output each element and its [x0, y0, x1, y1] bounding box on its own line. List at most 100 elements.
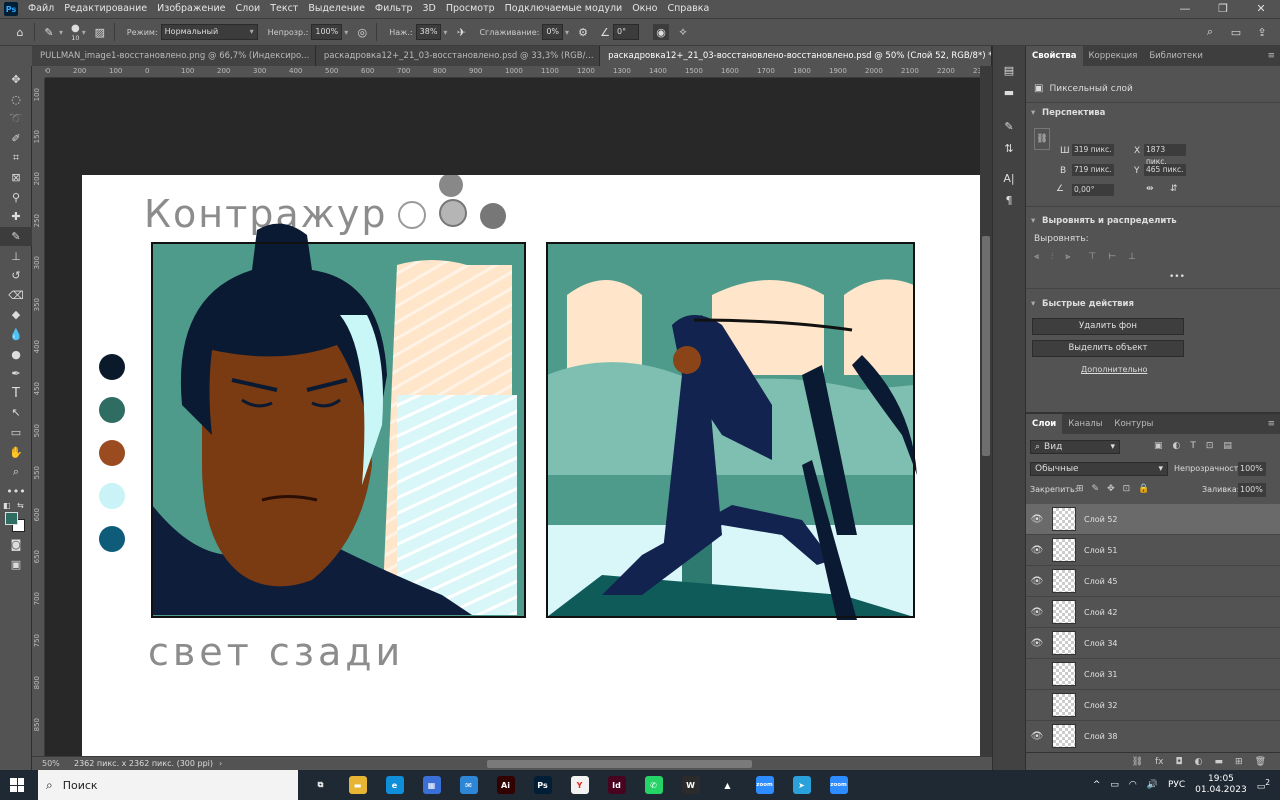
- language-indicator[interactable]: РУС: [1168, 780, 1185, 790]
- align-right-icon[interactable]: ⫸: [1065, 252, 1070, 262]
- panel-menu-icon[interactable]: ≡: [1267, 51, 1275, 61]
- menu-item[interactable]: Текст: [265, 0, 303, 18]
- zoom-level[interactable]: 50%: [42, 759, 72, 768]
- filter-adjust-icon[interactable]: ◐: [1173, 441, 1181, 451]
- delete-layer-icon[interactable]: 🗑: [1255, 757, 1266, 767]
- eye-icon[interactable]: 👁: [1026, 514, 1048, 525]
- layer-row[interactable]: 👁 Слой 42: [1026, 597, 1280, 628]
- taskbar-app-explorer[interactable]: ▬: [339, 770, 376, 800]
- rectangle-tool-icon[interactable]: ▭: [0, 423, 32, 443]
- comments-icon[interactable]: ▬: [1001, 84, 1017, 100]
- taskbar-app-edge[interactable]: e: [376, 770, 413, 800]
- section-align[interactable]: Выровнять и распределить: [1026, 216, 1177, 226]
- opacity-field[interactable]: 100%: [311, 24, 343, 40]
- tab-document-1[interactable]: PULLMAN_image1-восстановлено.png @ 66,7%…: [32, 46, 316, 66]
- move-tool-icon[interactable]: ✥: [0, 70, 32, 90]
- lock-image-icon[interactable]: ✎: [1092, 484, 1100, 494]
- eye-icon[interactable]: 👁: [1026, 607, 1048, 618]
- brush-tool-icon[interactable]: ✎: [0, 226, 32, 247]
- quick-select-tool-icon[interactable]: ✐: [0, 129, 32, 149]
- layer-name[interactable]: Слой 51: [1084, 546, 1118, 555]
- brush-settings-icon[interactable]: ▨: [92, 24, 108, 40]
- home-icon[interactable]: ⌂: [12, 24, 28, 40]
- lock-artboard-icon[interactable]: ⊡: [1123, 484, 1131, 494]
- menu-item[interactable]: Слои: [230, 0, 265, 18]
- pressure-opacity-icon[interactable]: ◎: [354, 24, 370, 40]
- align-bottom-icon[interactable]: ⊥: [1128, 252, 1136, 262]
- hand-tool-icon[interactable]: ✋: [0, 442, 32, 462]
- wifi-icon[interactable]: ◠: [1129, 780, 1137, 790]
- menu-item[interactable]: Файл: [23, 0, 59, 18]
- panel-menu-icon[interactable]: ≡: [1267, 419, 1275, 429]
- tab-document-3[interactable]: раскадровка12+_21_03-восстановлено-восст…: [600, 46, 992, 66]
- restore-icon[interactable]: ❐: [1204, 0, 1242, 18]
- blend-mode-select[interactable]: Обычные ▾: [1030, 462, 1168, 476]
- menu-item[interactable]: 3D: [418, 0, 441, 18]
- y-field[interactable]: 465 пикс.: [1144, 164, 1186, 176]
- eye-icon[interactable]: 👁: [1026, 638, 1048, 649]
- frame-tool-icon[interactable]: ⊠: [0, 168, 32, 188]
- swap-colors-icon[interactable]: ⇆: [17, 501, 24, 510]
- layer-opacity-field[interactable]: 100%: [1238, 462, 1266, 476]
- horizontal-scrollbar[interactable]: [487, 760, 752, 768]
- fx-icon[interactable]: fx: [1155, 757, 1164, 767]
- character-icon[interactable]: A|: [1001, 170, 1017, 186]
- more-icon[interactable]: •••: [1169, 272, 1185, 282]
- taskbar-app-telegram[interactable]: ➤: [783, 770, 820, 800]
- link-layers-icon[interactable]: ⛓: [1132, 757, 1143, 767]
- layer-row[interactable]: 👁 Слой 52: [1026, 504, 1280, 535]
- pen-tool-icon[interactable]: ✒: [0, 364, 32, 384]
- canvas-area[interactable]: Контражур свет сзади: [45, 78, 980, 756]
- paragraph-icon[interactable]: ¶: [1001, 192, 1017, 208]
- layer-row[interactable]: 👁 Слой 34: [1026, 628, 1280, 659]
- menu-item[interactable]: Просмотр: [441, 0, 500, 18]
- pressure-size-icon[interactable]: ◉: [653, 24, 670, 40]
- taskbar-app-task-view[interactable]: ⧉: [302, 770, 339, 800]
- width-field[interactable]: 319 пикс.: [1072, 144, 1114, 156]
- scroll-thumb[interactable]: [982, 236, 990, 456]
- search-icon[interactable]: ⌕: [1202, 24, 1218, 40]
- windows-start-icon[interactable]: [10, 778, 24, 792]
- layer-name[interactable]: Слой 31: [1084, 670, 1118, 679]
- tab-libraries[interactable]: Библиотеки: [1143, 46, 1209, 66]
- volume-icon[interactable]: 🔊: [1147, 780, 1158, 790]
- chevron-right-icon[interactable]: ›: [219, 759, 222, 768]
- lock-position-icon[interactable]: ✥: [1107, 484, 1115, 494]
- history-icon[interactable]: ▤: [1001, 62, 1017, 78]
- tab-adjustments[interactable]: Коррекция: [1083, 46, 1144, 66]
- share-icon[interactable]: ⇪: [1254, 24, 1270, 40]
- eye-icon[interactable]: 👁: [1026, 545, 1048, 556]
- notification-icon[interactable]: ▭2: [1257, 778, 1270, 792]
- layer-name[interactable]: Слой 45: [1084, 577, 1118, 586]
- vertical-scrollbar[interactable]: [980, 66, 992, 756]
- link-icon[interactable]: ⛓: [1034, 128, 1050, 150]
- layer-row[interactable]: Слой 32: [1026, 690, 1280, 721]
- network-icon[interactable]: ▭: [1110, 780, 1119, 790]
- angle-field[interactable]: 0,00°: [1072, 184, 1114, 196]
- tab-layers[interactable]: Слои: [1026, 414, 1063, 434]
- crop-tool-icon[interactable]: ⌗: [0, 148, 32, 168]
- paint-bucket-tool-icon[interactable]: ◆: [0, 305, 32, 325]
- align-center-h-icon[interactable]: ⫶: [1051, 252, 1053, 262]
- new-group-icon[interactable]: ▬: [1215, 757, 1224, 767]
- smoothing-field[interactable]: 0%: [542, 24, 564, 40]
- filter-shape-icon[interactable]: ⊡: [1206, 441, 1214, 451]
- chevron-up-icon[interactable]: ^: [1093, 780, 1101, 790]
- chevron-down-icon[interactable]: ▾: [565, 28, 569, 37]
- path-select-tool-icon[interactable]: ↖: [0, 403, 32, 423]
- align-left-icon[interactable]: ⫷: [1034, 252, 1039, 262]
- add-mask-icon[interactable]: ◘: [1176, 757, 1183, 767]
- fill-field[interactable]: 100%: [1238, 483, 1266, 497]
- chevron-down-icon[interactable]: ▾: [59, 28, 63, 37]
- adjustment-layer-icon[interactable]: ◐: [1195, 757, 1203, 767]
- taskbar-app-mail[interactable]: ✉: [450, 770, 487, 800]
- section-perspective[interactable]: Перспектива: [1026, 108, 1105, 118]
- brush-size-picker[interactable]: ● 10: [71, 23, 80, 42]
- type-tool-icon[interactable]: T: [0, 384, 32, 404]
- brush-preset-icon[interactable]: ✎: [41, 24, 57, 40]
- marquee-tool-icon[interactable]: ◌: [0, 90, 32, 110]
- menu-item[interactable]: Изображение: [152, 0, 230, 18]
- new-layer-icon[interactable]: ⊞: [1235, 757, 1243, 767]
- tab-paths[interactable]: Контуры: [1108, 414, 1159, 434]
- filter-pixel-icon[interactable]: ▣: [1154, 441, 1163, 451]
